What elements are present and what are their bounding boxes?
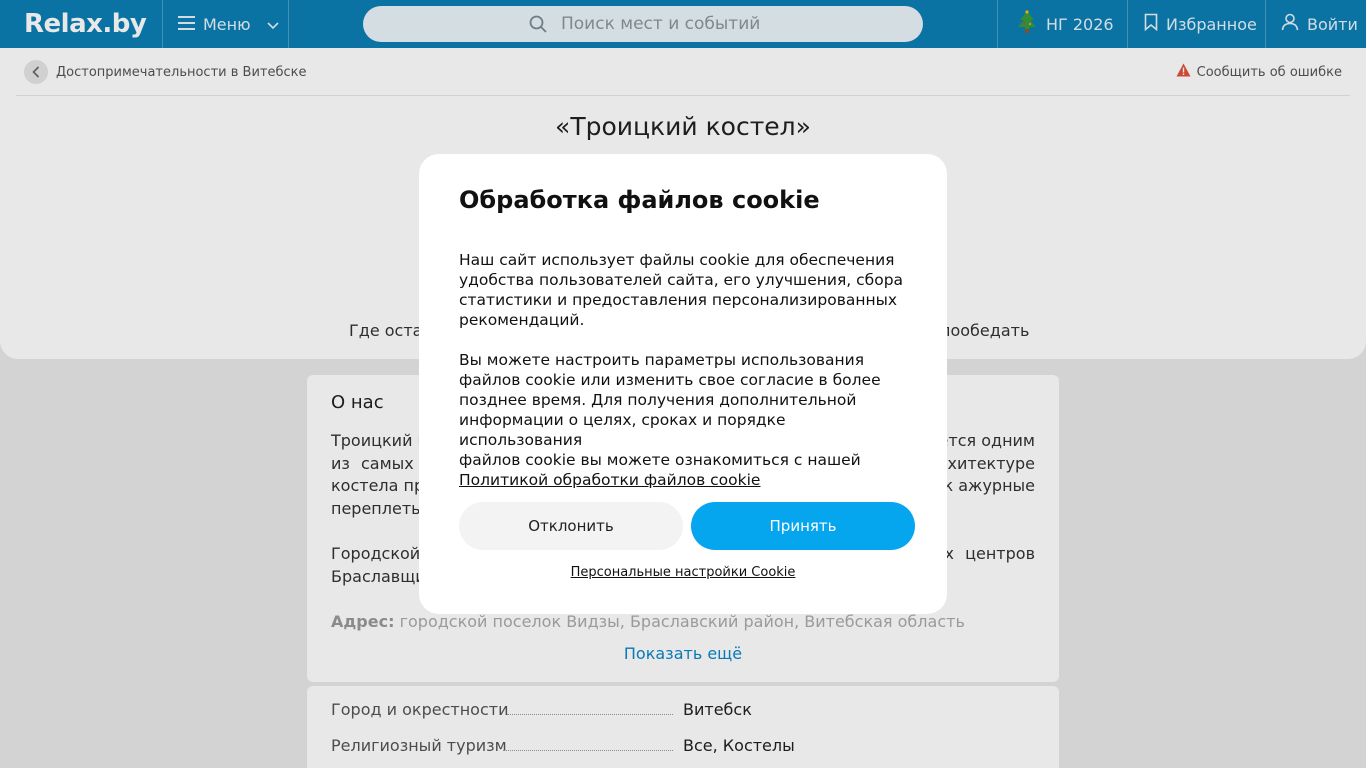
cookie-text-line: файлов cookie вы можете ознакомиться с н… <box>459 451 861 469</box>
cookie-policy-link[interactable]: Политикой обработки файлов cookie <box>459 470 909 490</box>
cookie-text-line: рекомендаций. <box>459 311 585 329</box>
decline-button[interactable]: Отклонить <box>459 502 683 550</box>
cookie-modal-title: Обработка файлов cookie <box>459 186 820 214</box>
cookie-text-line: файлов cookie или изменить свое согласие… <box>459 371 881 389</box>
cookie-paragraph-2: Вы можете настроить параметры использова… <box>459 350 909 490</box>
cookie-paragraph-1: Наш сайт использует файлы cookie для обе… <box>459 250 909 330</box>
cookie-text-line: Вы можете настроить параметры использова… <box>459 351 865 369</box>
cookie-text-line: Наш сайт использует файлы cookie для обе… <box>459 251 895 269</box>
personal-cookie-settings-link[interactable]: Персональные настройки Cookie <box>419 565 947 580</box>
cookie-text-line: статистики и предоставления персонализир… <box>459 291 898 309</box>
cookie-modal: Обработка файлов cookie Наш сайт использ… <box>419 154 947 614</box>
cookie-text-line: удобства пользователей сайта, его улучше… <box>459 271 904 289</box>
cookie-text-line: позднее время. Для получения дополнитель… <box>459 391 857 409</box>
accept-button[interactable]: Принять <box>691 502 915 550</box>
cookie-text-line: информации о целях, сроках и порядке исп… <box>459 411 786 449</box>
